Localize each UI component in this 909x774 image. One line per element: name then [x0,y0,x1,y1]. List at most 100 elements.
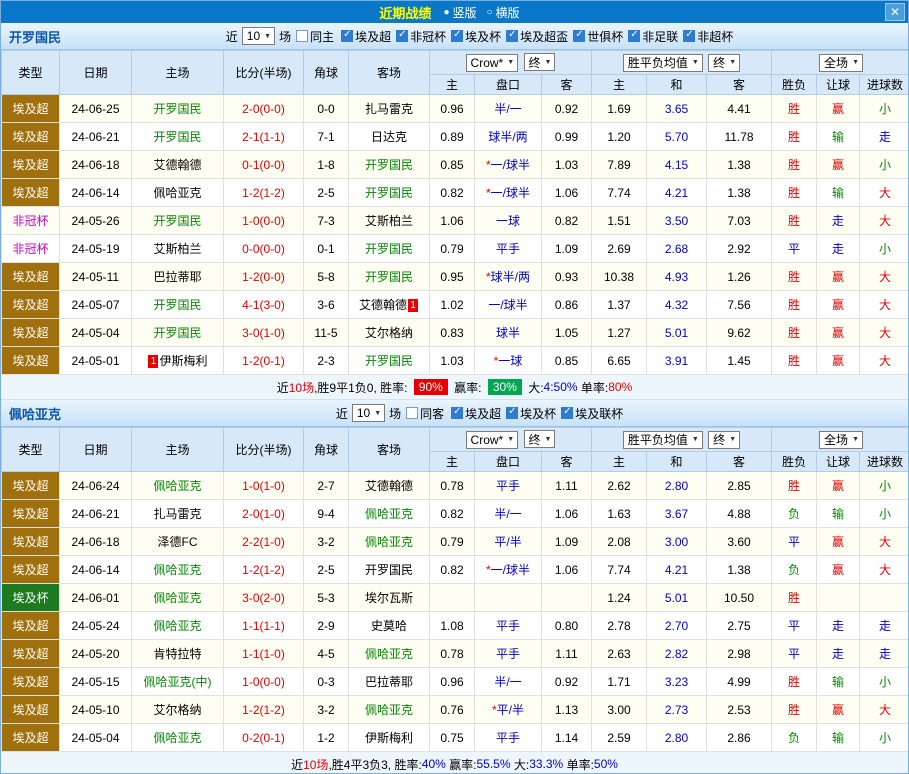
league-filter-checkbox[interactable]: 埃及超 [341,28,391,45]
team-name-link[interactable]: 扎马雷克 [153,507,201,521]
home-team-cell[interactable]: 开罗国民 [131,94,224,123]
league-filter-checkbox[interactable]: 埃及杯 [506,405,556,422]
team-name-link[interactable]: 艾德翰德 [153,158,201,172]
away-team-cell[interactable]: 埃尔瓦斯 [348,583,430,612]
team-name-link[interactable]: 艾斯柏兰 [365,214,413,228]
league-filter-checkbox[interactable]: 非超杯 [683,28,733,45]
home-team-cell[interactable]: 佩哈亚克 [131,471,224,500]
league-filter-checkbox[interactable]: 埃及超 [451,405,501,422]
away-team-cell[interactable]: 佩哈亚克 [348,695,430,724]
home-team-cell[interactable]: 1 伊斯梅利 [131,346,224,375]
league-filter-checkbox[interactable]: 埃及超盃 [506,28,568,45]
team-name-link[interactable]: 佩哈亚克 [153,619,201,633]
team-name-link[interactable]: 艾德翰德 [365,479,413,493]
scope-select[interactable]: 全场 [819,53,863,72]
away-team-cell[interactable]: 艾德翰德 1 [348,290,430,319]
away-team-cell[interactable]: 佩哈亚克 [348,499,430,528]
home-team-cell[interactable]: 巴拉蒂耶 [131,262,224,291]
odds-company-select[interactable]: Crow* [465,430,519,449]
home-team-cell[interactable]: 开罗国民 [131,206,224,235]
team-name-link[interactable]: 佩哈亚克 [153,186,201,200]
avg-final-select[interactable]: 终 [708,53,741,72]
close-button[interactable]: ✕ [885,3,905,21]
home-team-cell[interactable]: 艾斯柏兰 [131,234,224,263]
home-team-cell[interactable]: 佩哈亚克(中) [131,667,224,696]
away-team-cell[interactable]: 开罗国民 [348,234,430,263]
team-name-link[interactable]: 佩哈亚克 [365,507,413,521]
away-team-cell[interactable]: 扎马雷克 [348,94,430,123]
team-name-link[interactable]: 艾尔格纳 [365,326,413,340]
team-name-link[interactable]: 佩哈亚克 [153,563,201,577]
team-name-link[interactable]: 扎马雷克 [365,102,413,116]
same-venue-checkbox[interactable]: 同主 [296,28,334,45]
home-team-cell[interactable]: 佩哈亚克 [131,583,224,612]
team-name-link[interactable]: 开罗国民 [153,326,201,340]
team-name-link[interactable]: 开罗国民 [365,158,413,172]
away-team-cell[interactable]: 开罗国民 [348,178,430,207]
team-name-link[interactable]: 开罗国民 [365,242,413,256]
games-count-select[interactable]: 10 [241,27,276,45]
team-name-link[interactable]: 日达克 [371,130,407,144]
team-name-link[interactable]: 埃尔瓦斯 [365,591,413,605]
home-team-cell[interactable]: 艾德翰德 [131,150,224,179]
team-name-link[interactable]: 佩哈亚克(中) [144,675,212,689]
away-team-cell[interactable]: 佩哈亚克 [348,527,430,556]
home-team-cell[interactable]: 艾尔格纳 [131,695,224,724]
league-filter-checkbox[interactable]: 非冠杯 [396,28,446,45]
league-filter-checkbox[interactable]: 埃及联杯 [561,405,623,422]
team-name-link[interactable]: 开罗国民 [153,298,201,312]
team-name-link[interactable]: 肯特拉特 [153,647,201,661]
team-name-link[interactable]: 伊斯梅利 [365,731,413,745]
team-name-link[interactable]: 艾斯柏兰 [153,242,201,256]
home-team-cell[interactable]: 肯特拉特 [131,639,224,668]
league-filter-checkbox[interactable]: 埃及杯 [451,28,501,45]
home-team-cell[interactable]: 佩哈亚克 [131,555,224,584]
home-team-cell[interactable]: 开罗国民 [131,290,224,319]
team-name-link[interactable]: 艾德翰德 [359,298,407,312]
team-name-link[interactable]: 开罗国民 [153,102,201,116]
team-name-link[interactable]: 佩哈亚克 [153,591,201,605]
home-team-cell[interactable]: 佩哈亚克 [131,723,224,752]
away-team-cell[interactable]: 巴拉蒂耶 [348,667,430,696]
games-count-select[interactable]: 10 [351,404,386,422]
avg-final-select[interactable]: 终 [708,430,741,449]
team-name-link[interactable]: 巴拉蒂耶 [153,270,201,284]
odds-final-select[interactable]: 终 [523,430,556,449]
home-team-cell[interactable]: 泽德FC [131,527,224,556]
team-name-link[interactable]: 佩哈亚克 [365,647,413,661]
away-team-cell[interactable]: 艾斯柏兰 [348,206,430,235]
away-team-cell[interactable]: 开罗国民 [348,346,430,375]
team-name-link[interactable]: 佩哈亚克 [153,479,201,493]
away-team-cell[interactable]: 开罗国民 [348,262,430,291]
home-team-cell[interactable]: 扎马雷克 [131,499,224,528]
team-name-link[interactable]: 巴拉蒂耶 [365,675,413,689]
team-name-link[interactable]: 艾尔格纳 [153,703,201,717]
away-team-cell[interactable]: 开罗国民 [348,555,430,584]
team-name-link[interactable]: 开罗国民 [365,270,413,284]
away-team-cell[interactable]: 史莫哈 [348,611,430,640]
away-team-cell[interactable]: 艾德翰德 [348,471,430,500]
vertical-layout-radio[interactable]: ● 竖版 [443,4,476,21]
home-team-cell[interactable]: 佩哈亚克 [131,178,224,207]
team-name-link[interactable]: 佩哈亚克 [365,703,413,717]
team-name-link[interactable]: 泽德FC [158,535,198,549]
away-team-cell[interactable]: 伊斯梅利 [348,723,430,752]
odds-company-select[interactable]: Crow* [465,53,519,72]
team-name-link[interactable]: 佩哈亚克 [153,731,201,745]
league-filter-checkbox[interactable]: 世俱杯 [573,28,623,45]
avg-odds-select[interactable]: 胜平负均值 [622,53,703,72]
team-name-link[interactable]: 开罗国民 [153,214,201,228]
team-name-link[interactable]: 开罗国民 [365,186,413,200]
away-team-cell[interactable]: 艾尔格纳 [348,318,430,347]
home-team-cell[interactable]: 开罗国民 [131,122,224,151]
scope-select[interactable]: 全场 [819,430,863,449]
team-name-link[interactable]: 开罗国民 [365,354,413,368]
home-team-cell[interactable]: 开罗国民 [131,318,224,347]
away-team-cell[interactable]: 佩哈亚克 [348,639,430,668]
away-team-cell[interactable]: 日达克 [348,122,430,151]
team-name-link[interactable]: 开罗国民 [153,130,201,144]
odds-final-select[interactable]: 终 [523,53,556,72]
avg-odds-select[interactable]: 胜平负均值 [622,430,703,449]
team-name-link[interactable]: 伊斯梅利 [159,354,207,368]
same-venue-checkbox[interactable]: 同客 [406,405,444,422]
